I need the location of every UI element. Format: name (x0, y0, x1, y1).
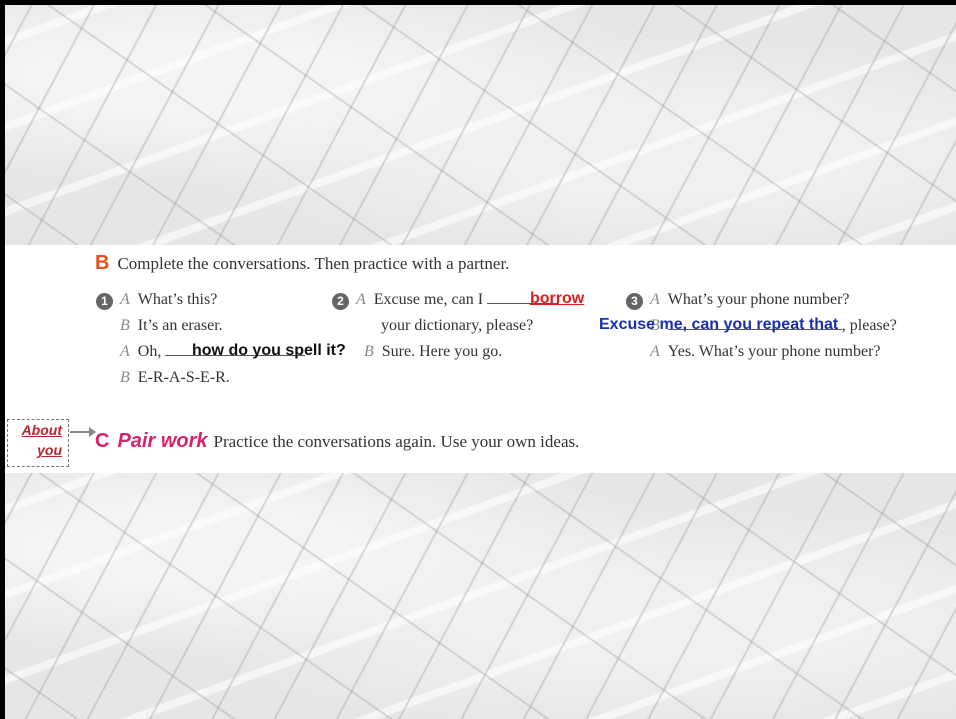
conv2-line2: your dictionary, please? (381, 317, 534, 334)
conv1-line1: A What’s this? (120, 291, 218, 308)
section-c-heading: C Pair work Practice the conversations aga… (95, 430, 579, 453)
section-c-instruction: Practice the conversations again. Use yo… (213, 432, 580, 451)
conv1-answer: how do you spell it? (192, 342, 346, 359)
conv3-line3: A Yes. What’s your phone number? (650, 343, 881, 360)
conv3-answer: Excuse me, can you repeat that (599, 316, 839, 333)
marble-background-top (5, 5, 956, 245)
conv1-line2: B It’s an eraser. (120, 317, 223, 334)
conv1-number-badge: 1 (96, 293, 113, 310)
pair-work-label: Pair work (117, 430, 208, 452)
about-you-badge: About you (7, 419, 69, 467)
section-b-heading: B Complete the conversations. Then practi… (95, 252, 509, 275)
conv1-line4: B E-R-A-S-E-R. (120, 369, 230, 386)
section-c-letter: C (95, 430, 110, 452)
conv2-line1: A Excuse me, can I (356, 291, 560, 309)
conv3-number-badge: 3 (626, 293, 643, 310)
section-b-instruction: Complete the conversations. Then practic… (117, 254, 510, 273)
arrow-icon (70, 427, 96, 437)
marble-background-bottom (5, 473, 956, 719)
conv3-line1: A What’s your phone number? (650, 291, 850, 308)
conv2-number-badge: 2 (332, 293, 349, 310)
section-b-letter: B (95, 252, 110, 274)
conv2-answer: borrow (530, 290, 585, 307)
conv2-line3: B Sure. Here you go. (364, 343, 503, 360)
